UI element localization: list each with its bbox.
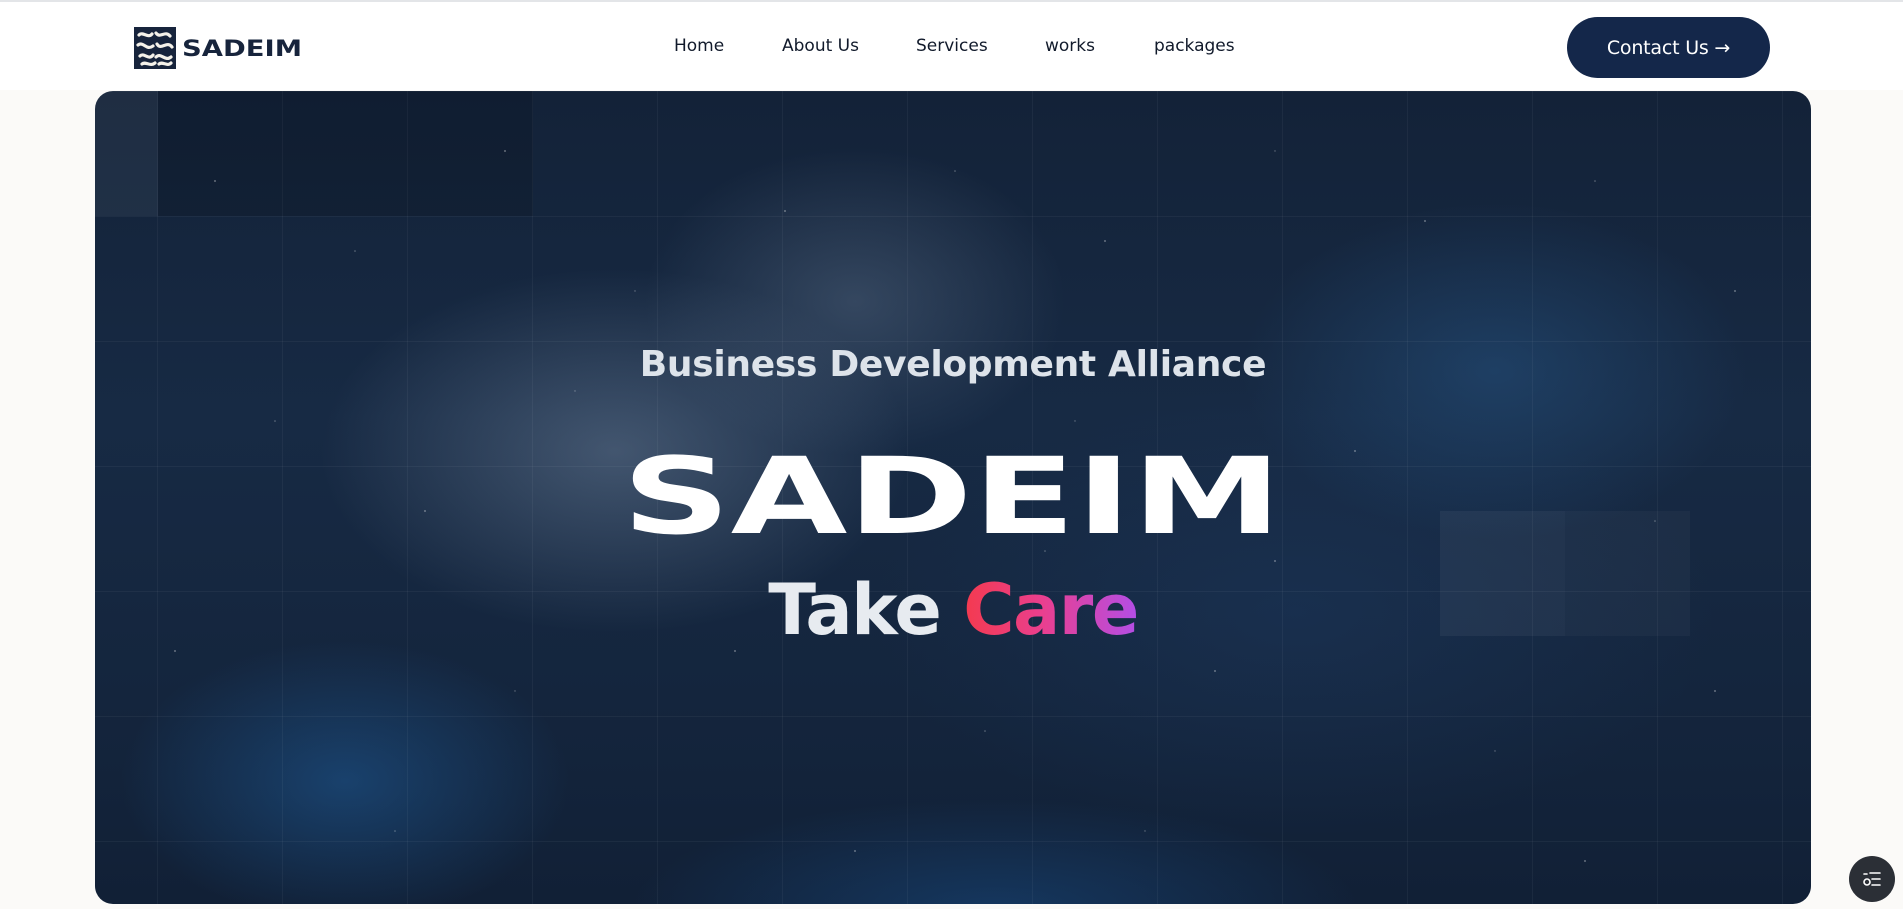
floating-widget-button[interactable] — [1849, 856, 1895, 902]
list-settings-icon — [1863, 872, 1881, 886]
nav-services[interactable]: Services — [916, 36, 988, 56]
nav-packages[interactable]: packages — [1154, 36, 1235, 56]
nav-home[interactable]: Home — [674, 36, 724, 56]
site-header: SADEIM Home About Us Services works pack… — [0, 2, 1903, 90]
hero-banner: Business Development Alliance SADEIM Tak… — [95, 91, 1811, 904]
hero-subtitle: Business Development Alliance — [639, 344, 1267, 385]
contact-us-button[interactable]: Contact Us → — [1567, 17, 1770, 78]
svg-text:SADEIM: SADEIM — [622, 451, 1282, 535]
nav-about-us[interactable]: About Us — [782, 36, 859, 56]
hero-tagline: Take Care — [95, 569, 1811, 651]
hero-brand-wordmark: SADEIM — [622, 451, 1282, 535]
tagline-care: Care — [963, 569, 1139, 651]
nav-works[interactable]: works — [1045, 36, 1095, 56]
tagline-take: Take — [768, 569, 942, 651]
